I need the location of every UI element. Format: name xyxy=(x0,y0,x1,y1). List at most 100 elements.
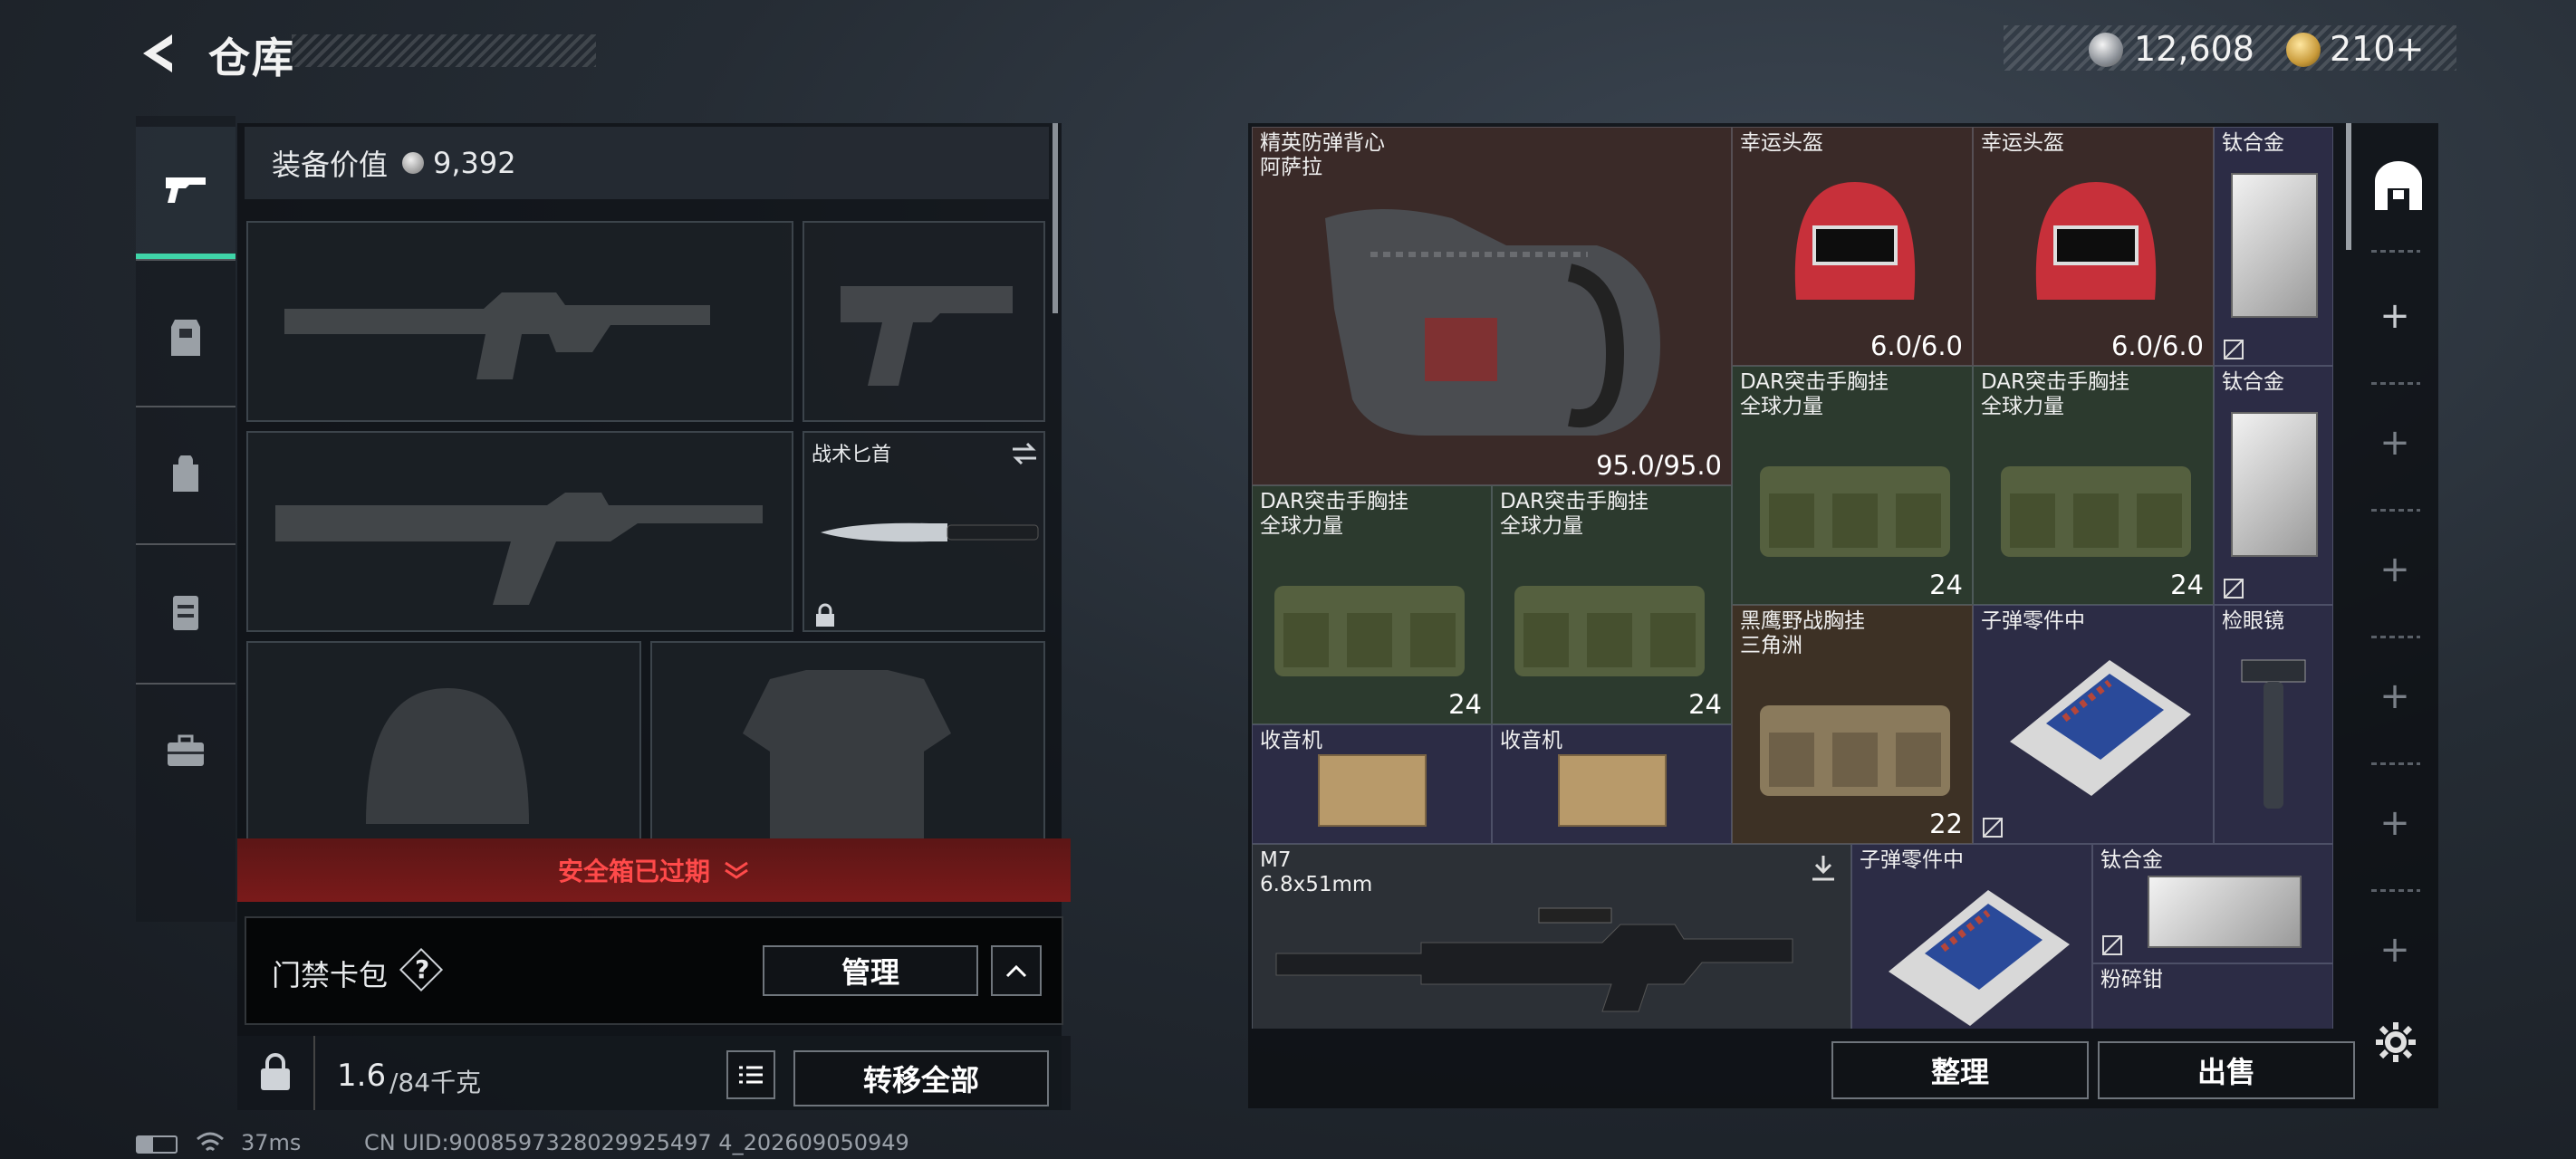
storage-vault-icon[interactable] xyxy=(2371,159,2426,214)
grid-item[interactable]: 收音机 xyxy=(1252,724,1492,844)
add-container-button[interactable]: + xyxy=(2351,929,2438,971)
armor-icon xyxy=(171,320,200,356)
equipment-value-bar: 装备价值 9,392 xyxy=(245,127,1049,199)
grid-item[interactable]: 精英防弹背心 阿萨拉 95.0/95.0 xyxy=(1252,127,1732,485)
capacity: 24 xyxy=(1929,570,1963,600)
add-container-button[interactable]: + xyxy=(2351,549,2438,590)
grid-item[interactable]: 黑鹰野战胸挂 三角洲 22 xyxy=(1732,605,1973,844)
grid-item[interactable]: DAR突击手胸挂 全球力量 24 xyxy=(1492,485,1732,724)
add-container-button[interactable]: + xyxy=(2351,675,2438,717)
equipment-value: 9,392 xyxy=(433,146,516,180)
download-icon[interactable] xyxy=(1807,852,1840,885)
grid-item[interactable]: 钛合金 xyxy=(2214,127,2333,366)
item-name: 钛合金 xyxy=(2100,848,2163,872)
slot-divider xyxy=(2371,889,2420,892)
gold-balance[interactable]: 210+ xyxy=(2330,29,2424,69)
pistol-silhouette-icon xyxy=(841,286,1013,386)
grid-item[interactable]: 钛合金 xyxy=(2214,366,2333,605)
list-icon xyxy=(739,1066,763,1084)
unlinked-icon xyxy=(2224,579,2244,599)
capacity: 24 xyxy=(1688,689,1722,720)
item-brand: 阿萨拉 xyxy=(1260,156,1322,179)
grid-item[interactable]: 粉碎钳 xyxy=(2092,963,2333,1029)
tab-armor[interactable] xyxy=(136,270,235,406)
item-brand: 三角洲 xyxy=(1740,634,1802,657)
category-tabs xyxy=(136,116,235,922)
grid-item[interactable]: M7 6.8x51mm xyxy=(1252,844,1851,1029)
grid-item[interactable]: 幸运头盔 6.0/6.0 xyxy=(1732,127,1973,366)
chest-rig-icon xyxy=(1760,466,1950,557)
sort-button[interactable]: 整理 xyxy=(1831,1041,2089,1099)
tab-chest-rig[interactable] xyxy=(136,545,235,681)
radio-icon xyxy=(1558,754,1667,827)
swap-icon[interactable] xyxy=(1009,440,1040,467)
grid-item[interactable]: DAR突击手胸挂 全球力量 24 xyxy=(1252,485,1492,724)
item-name: 钛合金 xyxy=(2222,370,2284,394)
slot-divider xyxy=(2371,509,2420,512)
slot-divider xyxy=(2371,382,2420,385)
helmet-silhouette-icon xyxy=(366,688,529,824)
lock-icon xyxy=(816,603,834,627)
add-container-button[interactable]: + xyxy=(2351,422,2438,464)
unlinked-icon xyxy=(2102,935,2122,955)
sell-button[interactable]: 出售 xyxy=(2098,1041,2355,1099)
titanium-plate-icon xyxy=(2231,173,2318,318)
silver-balance: 12,608 xyxy=(2134,29,2254,69)
scrollbar[interactable] xyxy=(1053,123,1058,313)
titanium-plate-icon xyxy=(2148,876,2302,948)
collapse-button[interactable] xyxy=(991,945,1042,996)
grid-item[interactable]: 子弹零件中 xyxy=(1851,844,2092,1029)
safe-box-expired-banner[interactable]: 安全箱已过期 xyxy=(237,838,1071,902)
grid-item[interactable]: DAR突击手胸挂 全球力量 24 xyxy=(1732,366,1973,605)
item-name: DAR突击手胸挂 xyxy=(1981,370,2130,394)
chest-rig-icon xyxy=(173,596,198,630)
tab-weapons[interactable] xyxy=(136,127,235,259)
item-name: 幸运头盔 xyxy=(1740,131,1823,155)
secondary-weapon-slot[interactable] xyxy=(246,431,793,632)
item-brand: 全球力量 xyxy=(1981,395,2064,418)
tab-case[interactable] xyxy=(136,683,235,819)
list-view-button[interactable] xyxy=(726,1050,775,1099)
helmet-slot[interactable] xyxy=(246,641,641,842)
titanium-plate-icon xyxy=(2231,412,2318,557)
add-container-button[interactable]: + xyxy=(2351,802,2438,844)
weight-bar: 1.6 /84千克 转移全部 xyxy=(237,1036,1071,1110)
grid-item[interactable]: 子弹零件中 xyxy=(1973,605,2214,844)
grid-item[interactable]: 检眼镜 xyxy=(2214,605,2333,844)
container-column: + + + + + + xyxy=(2351,123,2438,1108)
grid-item[interactable]: DAR突击手胸挂 全球力量 24 xyxy=(1973,366,2214,605)
weight-max: /84千克 xyxy=(389,1068,482,1097)
knife-label: 战术匕首 xyxy=(812,444,892,466)
chest-rig-icon xyxy=(1760,705,1950,796)
back-arrow-icon[interactable] xyxy=(136,31,181,76)
access-card-pack: 门禁卡包 ? 管理 xyxy=(245,916,1063,1025)
item-name: 精英防弹背心 xyxy=(1260,131,1385,155)
transfer-all-button[interactable]: 转移全部 xyxy=(793,1050,1049,1106)
add-container-button[interactable]: + xyxy=(2351,295,2438,337)
manage-button[interactable]: 管理 xyxy=(763,945,978,996)
rifle-silhouette-icon xyxy=(284,292,710,379)
item-brand: 全球力量 xyxy=(1740,395,1823,418)
ping-readout: 37ms xyxy=(241,1130,302,1155)
sidearm-slot[interactable] xyxy=(803,221,1045,422)
tab-backpack[interactable] xyxy=(136,407,235,543)
primary-weapon-slot[interactable] xyxy=(246,221,793,422)
chest-rig-icon xyxy=(2001,466,2191,557)
silver-coin-icon xyxy=(402,152,425,174)
radio-icon xyxy=(1318,754,1427,827)
equipment-panel: 装备价值 9,392 战术匕首 安全箱已过期 门禁卡包 ? 管理 1.6 /84… xyxy=(237,123,1071,1110)
item-name: 子弹零件中 xyxy=(1981,609,2085,633)
grid-item[interactable]: 收音机 xyxy=(1492,724,1732,844)
item-name: 收音机 xyxy=(1260,729,1322,752)
body-armor-slot[interactable] xyxy=(650,641,1045,842)
chevron-down-icon xyxy=(725,861,748,879)
rifle-silhouette-icon xyxy=(275,493,763,605)
gear-icon[interactable] xyxy=(2373,1020,2418,1065)
knife-slot[interactable]: 战术匕首 xyxy=(803,431,1045,632)
slot-divider xyxy=(2371,636,2420,638)
item-name: M7 xyxy=(1260,848,1292,872)
ophthalmoscope-icon xyxy=(2241,659,2306,809)
grid-item[interactable]: 幸运头盔 6.0/6.0 xyxy=(1973,127,2214,366)
grid-item[interactable]: 钛合金 xyxy=(2092,844,2333,963)
chevron-up-icon xyxy=(1005,964,1027,978)
